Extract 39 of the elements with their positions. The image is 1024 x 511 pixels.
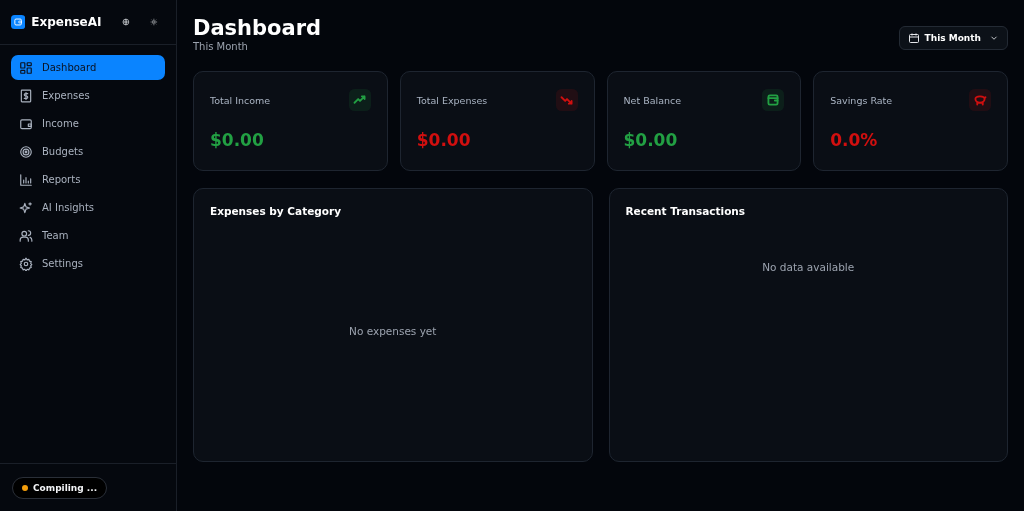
target-icon [19, 144, 33, 159]
panel-title: Recent Transactions [625, 205, 747, 217]
app-name: ExpenseAI [31, 15, 102, 29]
dollar-receipt-icon [19, 88, 33, 103]
period-dropdown[interactable]: This Month [898, 26, 1008, 50]
trend-down-icon [555, 89, 578, 111]
nav-item[interactable]: Budgets [11, 139, 165, 164]
stat-value: 0.0% [830, 130, 879, 150]
status-text: Compiling ... [33, 482, 98, 493]
sparkles-icon [19, 200, 33, 215]
nav-item[interactable]: Reports [11, 167, 165, 192]
empty-message: No data available [762, 261, 855, 273]
grid-icon [19, 60, 33, 75]
globe-icon[interactable] [122, 16, 131, 28]
page-subtitle: This Month [193, 41, 249, 52]
calendar-icon [907, 32, 920, 44]
wallet-icon [762, 89, 785, 111]
nav-item[interactable]: AI Insights [11, 195, 165, 220]
trend-up-icon [348, 89, 371, 111]
stat-value: $0.00 [623, 130, 679, 150]
empty-message: No expenses yet [349, 325, 437, 337]
panel-title: Expenses by Category [210, 205, 343, 217]
settings-icon [19, 256, 33, 271]
nav-item[interactable]: Dashboard [11, 55, 165, 80]
stat-label: Savings Rate [830, 94, 893, 106]
stat-label: Net Balance [623, 94, 682, 106]
nav-item[interactable]: Income [11, 111, 165, 136]
page-title: Dashboard [193, 16, 322, 40]
stat-value: $0.00 [416, 130, 472, 150]
nav-item[interactable]: Team [11, 223, 165, 248]
sun-icon[interactable] [150, 16, 158, 28]
stat-label: Total Income [210, 94, 271, 106]
nav-item[interactable]: Expenses [11, 83, 165, 108]
stat-value: $0.00 [210, 130, 265, 150]
wallet-icon [19, 116, 33, 131]
users-icon [19, 228, 33, 243]
stat-label: Total Expenses [416, 94, 488, 106]
bar-chart-icon [19, 172, 33, 187]
nav-item[interactable]: Settings [11, 251, 165, 276]
